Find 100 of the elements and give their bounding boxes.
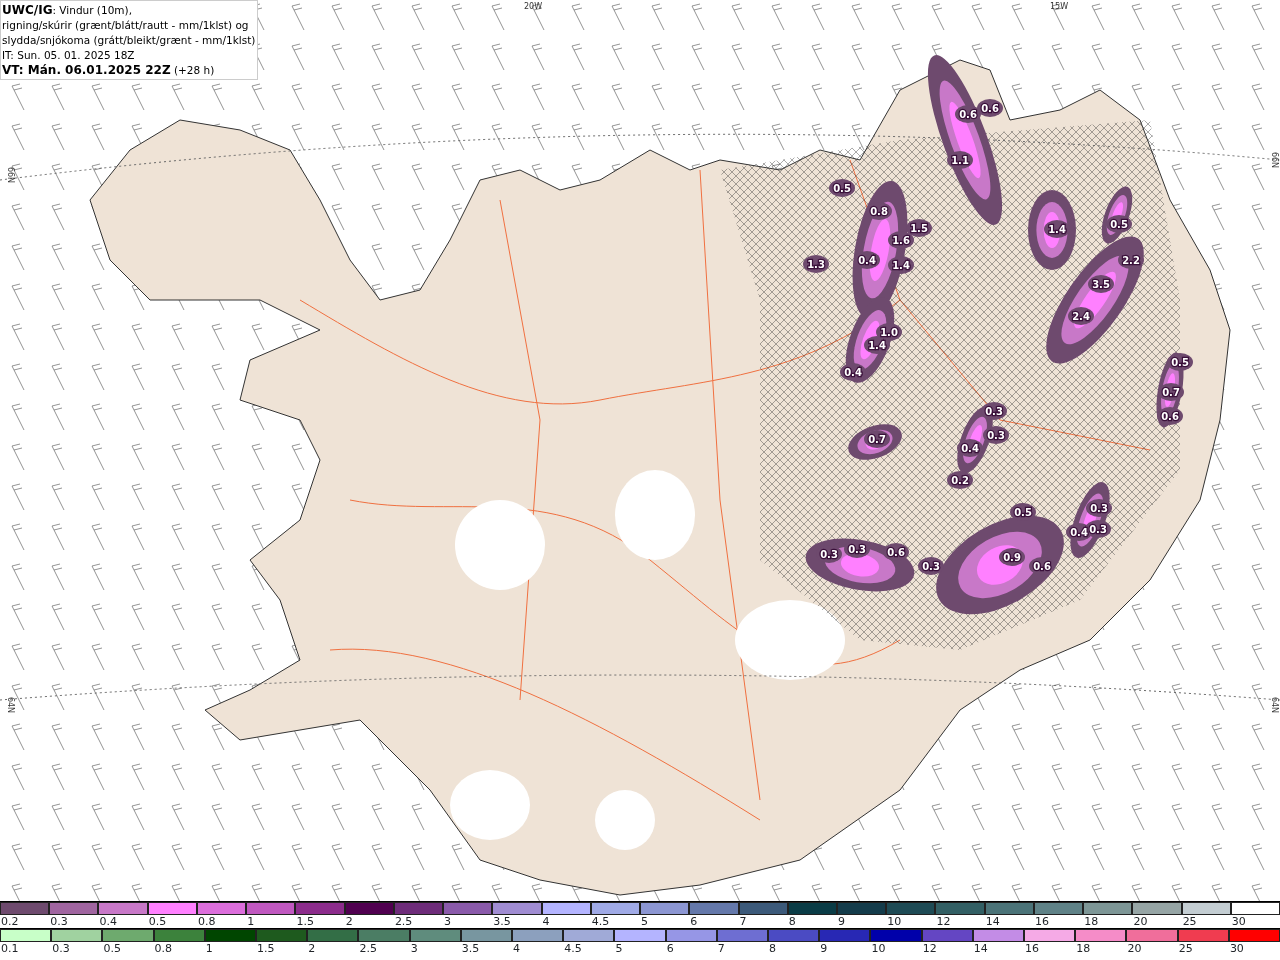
legend-label: 16 (1024, 942, 1040, 955)
precipitation-value: 1.4 (1048, 224, 1066, 235)
legend-label: 10 (870, 942, 886, 955)
legend-label: 4 (512, 942, 521, 955)
legend-label: 25 (1177, 942, 1193, 955)
precipitation-value: 2.4 (1072, 311, 1090, 322)
legend-label: 0.3 (49, 915, 68, 928)
legend-label: 16 (1033, 915, 1049, 928)
legend-label: 30 (1230, 915, 1246, 928)
precipitation-value: 0.2 (951, 475, 969, 486)
legend-label: 8 (787, 915, 796, 928)
legend-label: 25 (1181, 915, 1197, 928)
grid-label: 66N (1270, 151, 1279, 169)
precipitation-value: 0.3 (1089, 524, 1107, 535)
legend-label: 14 (984, 915, 1000, 928)
legend-label: 0.1 (0, 942, 19, 955)
precipitation-value: 0.3 (987, 430, 1005, 441)
legend-label: 8 (768, 942, 777, 955)
precipitation-value: 0.5 (1171, 357, 1189, 368)
grid-label: 64N (6, 696, 15, 714)
legend-label: 1.5 (295, 915, 314, 928)
precipitation-value: 0.6 (981, 103, 999, 114)
precipitation-value: 1.0 (880, 327, 898, 338)
precipitation-value: 0.6 (887, 547, 905, 558)
precipitation-value: 0.3 (985, 406, 1003, 417)
legend-label: 4.5 (563, 942, 582, 955)
legend-label: 18 (1083, 915, 1099, 928)
precipitation-value: 1.5 (910, 223, 928, 234)
precipitation-value: 0.5 (1014, 507, 1032, 518)
legend-label: 3.5 (492, 915, 511, 928)
grid-label: 20W (523, 2, 543, 11)
precipitation-value: 0.3 (848, 544, 866, 555)
precipitation-value: 0.4 (961, 443, 979, 454)
legend-label: 2 (307, 942, 316, 955)
legend-label: 0.2 (0, 915, 19, 928)
precipitation-value: 0.6 (1161, 411, 1179, 422)
precipitation-area (1088, 275, 1114, 293)
precipitation-value: 0.3 (820, 549, 838, 560)
precipitation-value: 0.3 (922, 561, 940, 572)
legend-label: 4.5 (590, 915, 610, 928)
legend-label: 9 (837, 915, 845, 928)
precipitation-value: 0.5 (1110, 219, 1128, 230)
legend-label: 20 (1126, 942, 1142, 955)
legend-label: 1.5 (256, 942, 275, 955)
legend-label: 0.8 (153, 942, 173, 955)
legend-label: 30 (1228, 942, 1244, 955)
legend-label: 9 (819, 942, 828, 955)
glacier-area (595, 790, 655, 850)
legend-label: 10 (886, 915, 902, 928)
precipitation-value: 1.4 (868, 340, 886, 351)
legend-label: 18 (1075, 942, 1091, 955)
legend-label: 3 (409, 942, 418, 955)
precipitation-area (1068, 307, 1094, 325)
grid-label: 64N (1270, 696, 1279, 714)
legend-label: 12 (921, 942, 937, 955)
precipitation-value: 0.6 (959, 109, 977, 120)
legend-label: 2.5 (358, 942, 377, 955)
legend-label: 1 (204, 942, 213, 955)
precipitation-value: 1.3 (807, 259, 825, 270)
legend-label: 2.5 (393, 915, 413, 928)
grid-label: 15W (1049, 2, 1069, 11)
legend-label: 3 (443, 915, 452, 928)
legend-label: 7 (716, 942, 725, 955)
precipitation-value: 0.4 (858, 255, 876, 266)
precipitation-value: 0.5 (833, 183, 851, 194)
precipitation-value: 0.9 (1003, 552, 1021, 563)
legend-label: 1 (246, 915, 255, 928)
legend-label: 0.5 (147, 915, 167, 928)
legend-label: 12 (935, 915, 951, 928)
precipitation-value: 0.3 (1090, 503, 1108, 514)
precipitation-value: 1.6 (892, 235, 910, 246)
legend-label: 20 (1132, 915, 1148, 928)
precipitation-value: 2.2 (1122, 255, 1140, 266)
legend-label: 0.4 (98, 915, 117, 928)
precipitation-area (803, 255, 829, 273)
precipitation-value: 0.7 (1162, 387, 1180, 398)
map-caption: UWC/IG: Vindur (10m), rigning/skúrir (grænt/blátt/rautt - mm/1klst) og slydda/snjókoma (grátt/bleikt/grænt - mm/1klst) IT: Sun. 05. 01. 2025 18Z VT: Mán. 06.01.2025 22Z (+28 h) (0, 0, 259, 80)
precipitation-value: 0.4 (844, 367, 862, 378)
legend-label: 0.3 (51, 942, 70, 955)
legend-label: 5 (614, 942, 623, 955)
legend-label: 2 (344, 915, 353, 928)
legend-label: 7 (738, 915, 747, 928)
precipitation-area (866, 202, 892, 220)
precipitation-value: 0.7 (868, 434, 886, 445)
precipitation-value: 1.4 (892, 260, 910, 271)
precipitation-area (829, 179, 855, 197)
legend-label: 4 (541, 915, 550, 928)
precipitation-value: 0.4 (1070, 527, 1088, 538)
legend-label: 5 (640, 915, 649, 928)
legend-label: 0.5 (102, 942, 121, 955)
precipitation-value: 1.1 (951, 155, 969, 166)
legend-label: 3.5 (460, 942, 480, 955)
precipitation-value: 0.6 (1033, 561, 1051, 572)
legend-label: 6 (689, 915, 698, 928)
legend-label: 0.8 (196, 915, 216, 928)
precipitation-value: 0.8 (870, 206, 888, 217)
grid-label: 66N (6, 166, 15, 184)
precipitation-value: 3.5 (1092, 279, 1110, 290)
legend-label: 6 (665, 942, 674, 955)
legend-label: 14 (972, 942, 988, 955)
